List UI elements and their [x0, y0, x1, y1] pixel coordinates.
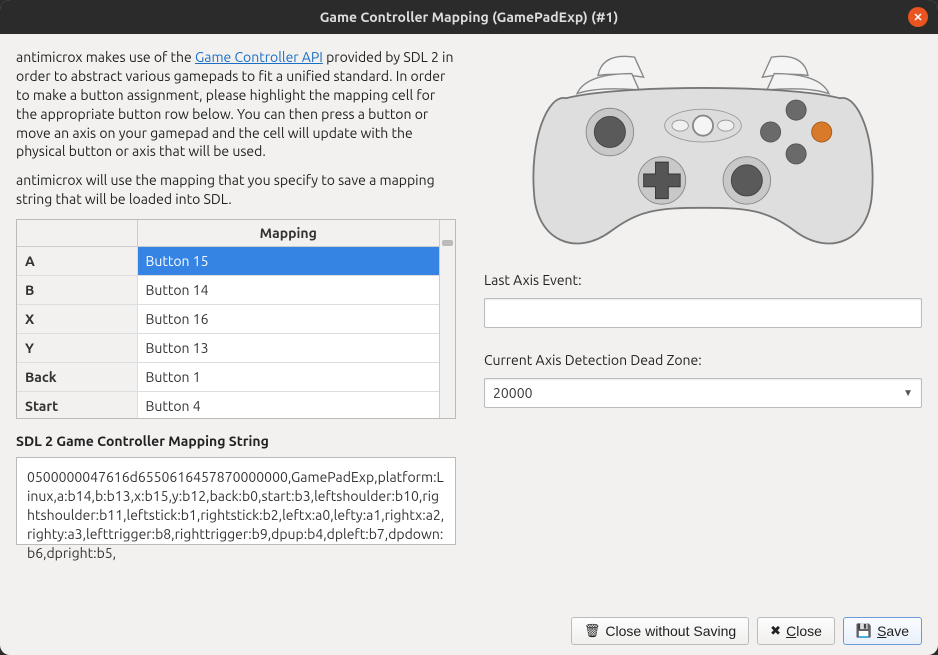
close-icon: ✕	[913, 11, 922, 24]
x-icon: ✖	[770, 623, 781, 639]
close-label: Close	[786, 623, 822, 639]
mapping-row-value[interactable]: Button 15	[137, 247, 439, 276]
desc-text-1: antimicrox makes use of the	[16, 49, 195, 65]
mapping-row-label: A	[17, 247, 137, 276]
save-icon: 💾	[856, 623, 872, 639]
save-label: Save	[877, 623, 909, 639]
mapping-row-value[interactable]: Button 13	[137, 334, 439, 363]
mapping-header-mapping: Mapping	[137, 220, 439, 247]
game-controller-api-link[interactable]: Game Controller API	[195, 49, 323, 65]
last-axis-input[interactable]	[484, 298, 922, 328]
mapping-string-field[interactable]: 0500000047616d6550616457870000000,GamePa…	[16, 457, 456, 545]
table-row: StartButton 4	[17, 392, 439, 419]
close-button[interactable]: ✖ Close	[757, 617, 835, 645]
mapping-row-value[interactable]: Button 1	[137, 363, 439, 392]
table-row: YButton 13	[17, 334, 439, 363]
gamepad-illustration	[484, 48, 922, 258]
dialog-window: Game Controller Mapping (GamePadExp) (#1…	[0, 0, 938, 655]
mapping-row-label: B	[17, 276, 137, 305]
button-bar: 🗑 Close without Saving ✖ Close 💾 Save	[16, 607, 922, 645]
mapping-table-container: Mapping AButton 15BButton 14XButton 16YB…	[16, 219, 456, 419]
trash-icon: 🗑	[584, 623, 601, 639]
mapping-scrollbar[interactable]	[439, 220, 455, 418]
mapping-row-value[interactable]: Button 14	[137, 276, 439, 305]
deadzone-value: 20000	[493, 385, 532, 401]
scrollbar-thumb[interactable]	[442, 240, 453, 246]
mapping-header-blank	[17, 220, 137, 247]
description-paragraph-1: antimicrox makes use of the Game Control…	[16, 48, 456, 161]
close-without-saving-button[interactable]: 🗑 Close without Saving	[571, 617, 749, 645]
mapping-row-value[interactable]: Button 4	[137, 392, 439, 419]
table-row: BackButton 1	[17, 363, 439, 392]
deadzone-label: Current Axis Detection Dead Zone:	[484, 352, 922, 368]
description-paragraph-2: antimicrox will use the mapping that you…	[16, 171, 456, 209]
mapping-table: Mapping AButton 15BButton 14XButton 16YB…	[17, 220, 439, 418]
chevron-down-icon: ▼	[903, 387, 913, 399]
mapping-row-label: Y	[17, 334, 137, 363]
titlebar: Game Controller Mapping (GamePadExp) (#1…	[0, 0, 938, 34]
dialog-content: antimicrox makes use of the Game Control…	[0, 34, 938, 655]
table-row: AButton 15	[17, 247, 439, 276]
last-axis-label: Last Axis Event:	[484, 272, 922, 288]
deadzone-select[interactable]: 20000 ▼	[484, 378, 922, 408]
window-close-button[interactable]: ✕	[908, 7, 928, 27]
mapping-string-label: SDL 2 Game Controller Mapping String	[16, 433, 456, 449]
save-button[interactable]: 💾 Save	[843, 617, 922, 645]
mapping-row-label: Back	[17, 363, 137, 392]
mapping-row-value[interactable]: Button 16	[137, 305, 439, 334]
table-row: XButton 16	[17, 305, 439, 334]
close-without-saving-label: Close without Saving	[605, 623, 736, 639]
table-row: BButton 14	[17, 276, 439, 305]
desc-text-2: provided by SDL 2 in order to abstract v…	[16, 49, 453, 159]
mapping-row-label: Start	[17, 392, 137, 419]
window-title: Game Controller Mapping (GamePadExp) (#1…	[320, 9, 619, 25]
mapping-row-label: X	[17, 305, 137, 334]
